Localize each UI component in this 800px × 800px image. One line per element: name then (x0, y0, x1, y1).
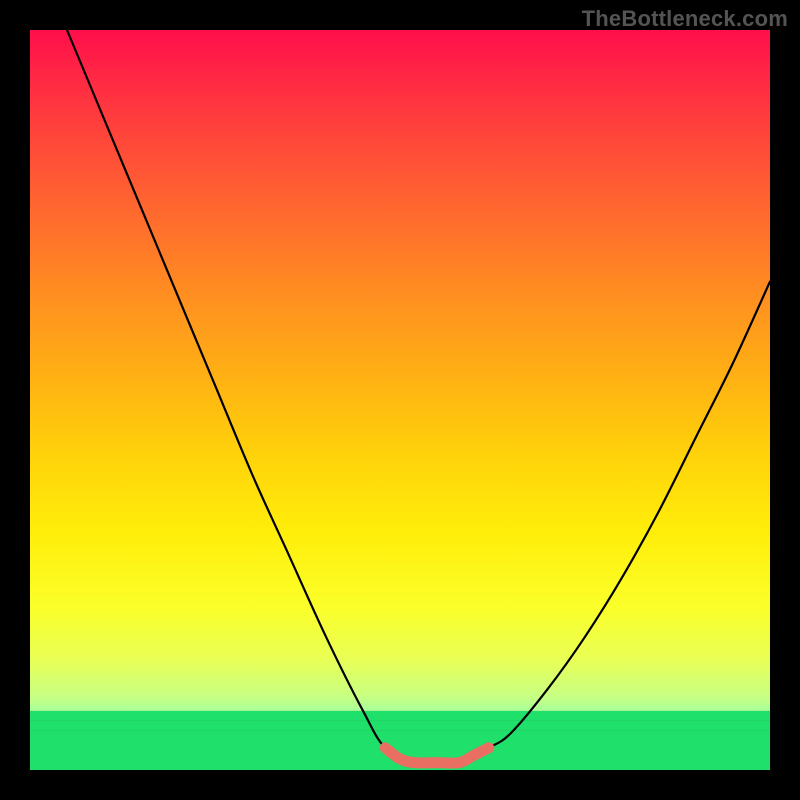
chart-frame: TheBottleneck.com (0, 0, 800, 800)
watermark-text: TheBottleneck.com (582, 6, 788, 32)
optimal-range-highlight (385, 748, 489, 763)
plot-svg (30, 30, 770, 770)
bottleneck-curve (67, 30, 770, 764)
